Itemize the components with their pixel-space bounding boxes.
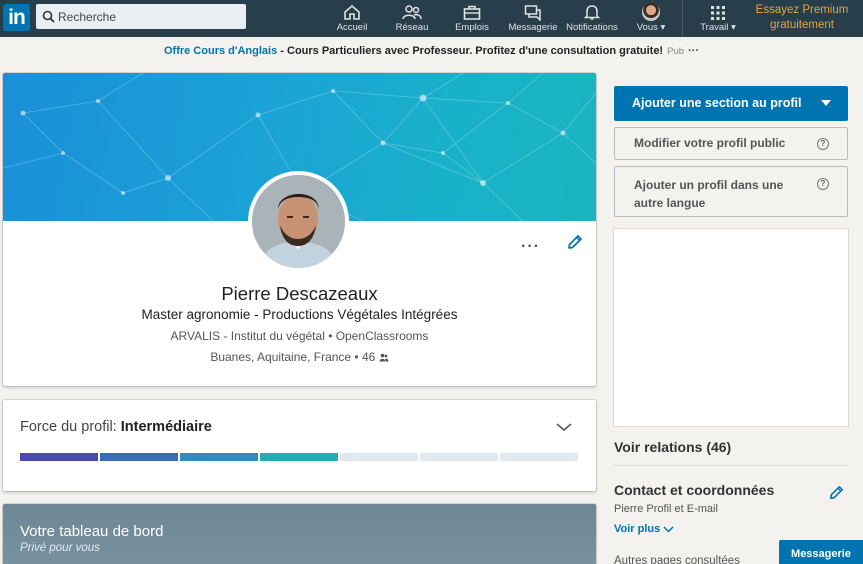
help-icon[interactable]: ? [817, 178, 829, 190]
ad-pub-label: Pub [667, 46, 685, 57]
messaging-icon [524, 5, 541, 21]
chevron-down-icon[interactable] [556, 422, 572, 432]
add-language-profile-button[interactable]: Ajouter un profil dans une autre langue … [614, 166, 848, 217]
ad-more-button[interactable]: ··· [688, 45, 699, 57]
ad-text[interactable]: - Cours Particuliers avec Professeur. Pr… [277, 45, 663, 57]
nav-work-label: Travail ▾ [700, 22, 736, 33]
nav-network-label: Réseau [395, 22, 429, 33]
strength-segment [260, 453, 338, 461]
dashboard-title: Votre tableau de bord [20, 523, 164, 540]
search-input[interactable] [58, 4, 243, 29]
nav-notifications-label: Notifications [566, 22, 618, 33]
edit-public-profile-label: Modifier votre profil public [634, 136, 786, 150]
add-language-profile-label: Ajouter un profil dans une autre langue [634, 178, 784, 210]
caret-down-icon [821, 100, 831, 106]
see-more-label: Voir plus [614, 523, 661, 535]
nav-jobs-label: Emplois [455, 22, 489, 33]
nav-me-menu[interactable]: Vous ▾ [633, 0, 669, 37]
strength-segment [180, 453, 258, 461]
profile-photo-image [252, 175, 345, 268]
profile-company[interactable]: ARVALIS - Institut du végétal • OpenClas… [3, 329, 596, 343]
profile-strength-label: Force du profil: [20, 419, 121, 435]
top-navbar: in Accueil Réseau Emplois Messagerie Not… [0, 0, 863, 37]
add-profile-section-button[interactable]: Ajouter une section au profil [614, 86, 848, 121]
messaging-tab[interactable]: Messagerie [779, 540, 863, 564]
strength-segment [20, 453, 98, 461]
profile-strength-meter [20, 453, 578, 461]
dashboard-subtitle: Privé pour vous [20, 542, 100, 554]
connections-icon[interactable] [379, 353, 389, 362]
jobs-icon [463, 5, 481, 20]
edit-contact-icon[interactable] [828, 484, 845, 501]
strength-segment [340, 453, 418, 461]
contact-info-subtitle: Pierre Profil et E-mail [614, 503, 718, 515]
sidebar-ad-box [614, 229, 848, 426]
edit-profile-icon[interactable] [566, 233, 584, 251]
bell-icon [584, 5, 600, 20]
chevron-down-icon [663, 526, 674, 533]
profile-name: Pierre Descazeaux [221, 283, 378, 304]
view-connections-link[interactable]: Voir relations (46) [614, 439, 731, 455]
network-icon [402, 5, 422, 20]
profile-strength-card[interactable]: Force du profil: Intermédiaire [3, 400, 596, 491]
strength-segment [100, 453, 178, 461]
linkedin-logo[interactable]: in [3, 4, 30, 31]
help-icon[interactable]: ? [817, 138, 829, 150]
see-more-link[interactable]: Voir plus [614, 523, 674, 535]
strength-segment [420, 453, 498, 461]
ad-link[interactable]: Offre Cours d'Anglais [164, 45, 277, 57]
other-pages-title: Autres pages consultées [614, 555, 740, 564]
nav-messaging[interactable]: Messagerie [507, 0, 559, 37]
ad-banner: Offre Cours d'Anglais - Cours Particulie… [0, 45, 863, 57]
nav-messaging-label: Messagerie [508, 22, 558, 33]
nav-divider [682, 0, 683, 37]
profile-headline: Master agronomie - Productions Végétales… [141, 307, 458, 322]
more-actions-button[interactable]: ··· [521, 238, 540, 256]
contact-info-title: Contact et coordonnées [614, 482, 775, 498]
home-icon [344, 4, 360, 20]
add-profile-section-label: Ajouter une section au profil [632, 96, 802, 110]
nav-notifications[interactable]: Notifications [564, 0, 620, 37]
divider [614, 465, 848, 466]
search-bar[interactable] [36, 4, 246, 29]
profile-location: Buanes, Aquitaine, France • 46 [3, 350, 596, 364]
profile-strength-title: Force du profil: Intermédiaire [20, 419, 212, 435]
dashboard-card: Votre tableau de bord Privé pour vous [3, 504, 596, 564]
avatar [642, 3, 660, 21]
edit-public-profile-button[interactable]: Modifier votre profil public ? [614, 127, 848, 160]
nav-network[interactable]: Réseau [393, 0, 431, 37]
profile-card: ··· Pierre Descazeaux Master agronomie -… [3, 73, 596, 386]
strength-segment [500, 453, 578, 461]
nav-me-label: Vous ▾ [636, 22, 666, 33]
search-icon [42, 10, 55, 23]
profile-strength-level: Intermédiaire [120, 419, 212, 435]
nav-jobs[interactable]: Emplois [452, 0, 492, 37]
nav-work-menu[interactable]: Travail ▾ [697, 0, 739, 37]
profile-photo[interactable] [248, 171, 349, 272]
nav-home[interactable]: Accueil [333, 0, 371, 37]
premium-link[interactable]: Essayez Premium gratuitement [752, 3, 852, 33]
grid-icon [711, 6, 725, 20]
nav-home-label: Accueil [336, 22, 368, 33]
profile-location-text: Buanes, Aquitaine, France • 46 [210, 350, 376, 364]
